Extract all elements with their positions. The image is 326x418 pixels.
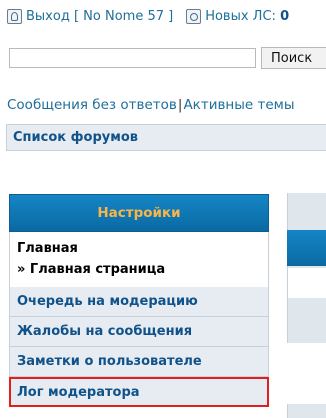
menu-item-label: Заметки о пользователе	[17, 354, 202, 369]
content-panel-edge-bottom	[287, 404, 326, 418]
quick-links-separator: |	[177, 97, 183, 113]
username-link[interactable]: [ No Nome 57 ]	[74, 9, 173, 24]
forum-list-link[interactable]: Список форумов	[13, 130, 138, 145]
active-topics-link[interactable]: Активные темы	[183, 97, 294, 113]
top-bar: Выход [ No Nome 57 ] Новых ЛС: 0	[7, 6, 326, 26]
logout-link[interactable]: Выход	[26, 9, 70, 24]
content-panel-header	[287, 230, 326, 266]
logout-icon[interactable]	[7, 8, 22, 24]
moderator-side-menu: Настройки Главная » Главная страница Оче…	[9, 194, 269, 407]
pm-count[interactable]: 0	[280, 9, 289, 24]
unanswered-posts-link[interactable]: Сообщения без ответов	[7, 97, 177, 113]
menu-item-label: Лог модератора	[17, 384, 140, 400]
menu-item-moderation-queue[interactable]: Очередь на модерацию	[9, 287, 269, 317]
menu-main-page-link[interactable]: » Главная страница	[17, 259, 261, 280]
menu-main-section: Главная » Главная страница	[9, 232, 269, 287]
private-messages-link[interactable]: Новых ЛС:	[205, 9, 276, 24]
menu-item-label: Жалобы на сообщения	[17, 324, 193, 339]
menu-item-label: Очередь на модерацию	[17, 294, 198, 309]
quick-links: Сообщения без ответов|Активные темы	[7, 97, 295, 113]
menu-header: Настройки	[9, 194, 269, 232]
menu-item-reported-posts[interactable]: Жалобы на сообщения	[9, 317, 269, 347]
breadcrumb: Список форумов	[6, 124, 326, 151]
private-messages-icon[interactable]	[186, 8, 202, 24]
search-input[interactable]	[9, 48, 256, 68]
menu-item-user-notes[interactable]: Заметки о пользователе	[9, 347, 269, 377]
search-button[interactable]: Поиск	[261, 47, 326, 69]
menu-item-moderator-log[interactable]: Лог модератора	[9, 377, 269, 407]
content-panel-body	[288, 268, 326, 298]
menu-main-label: Главная	[17, 241, 78, 256]
menu-header-label: Настройки	[97, 205, 181, 221]
